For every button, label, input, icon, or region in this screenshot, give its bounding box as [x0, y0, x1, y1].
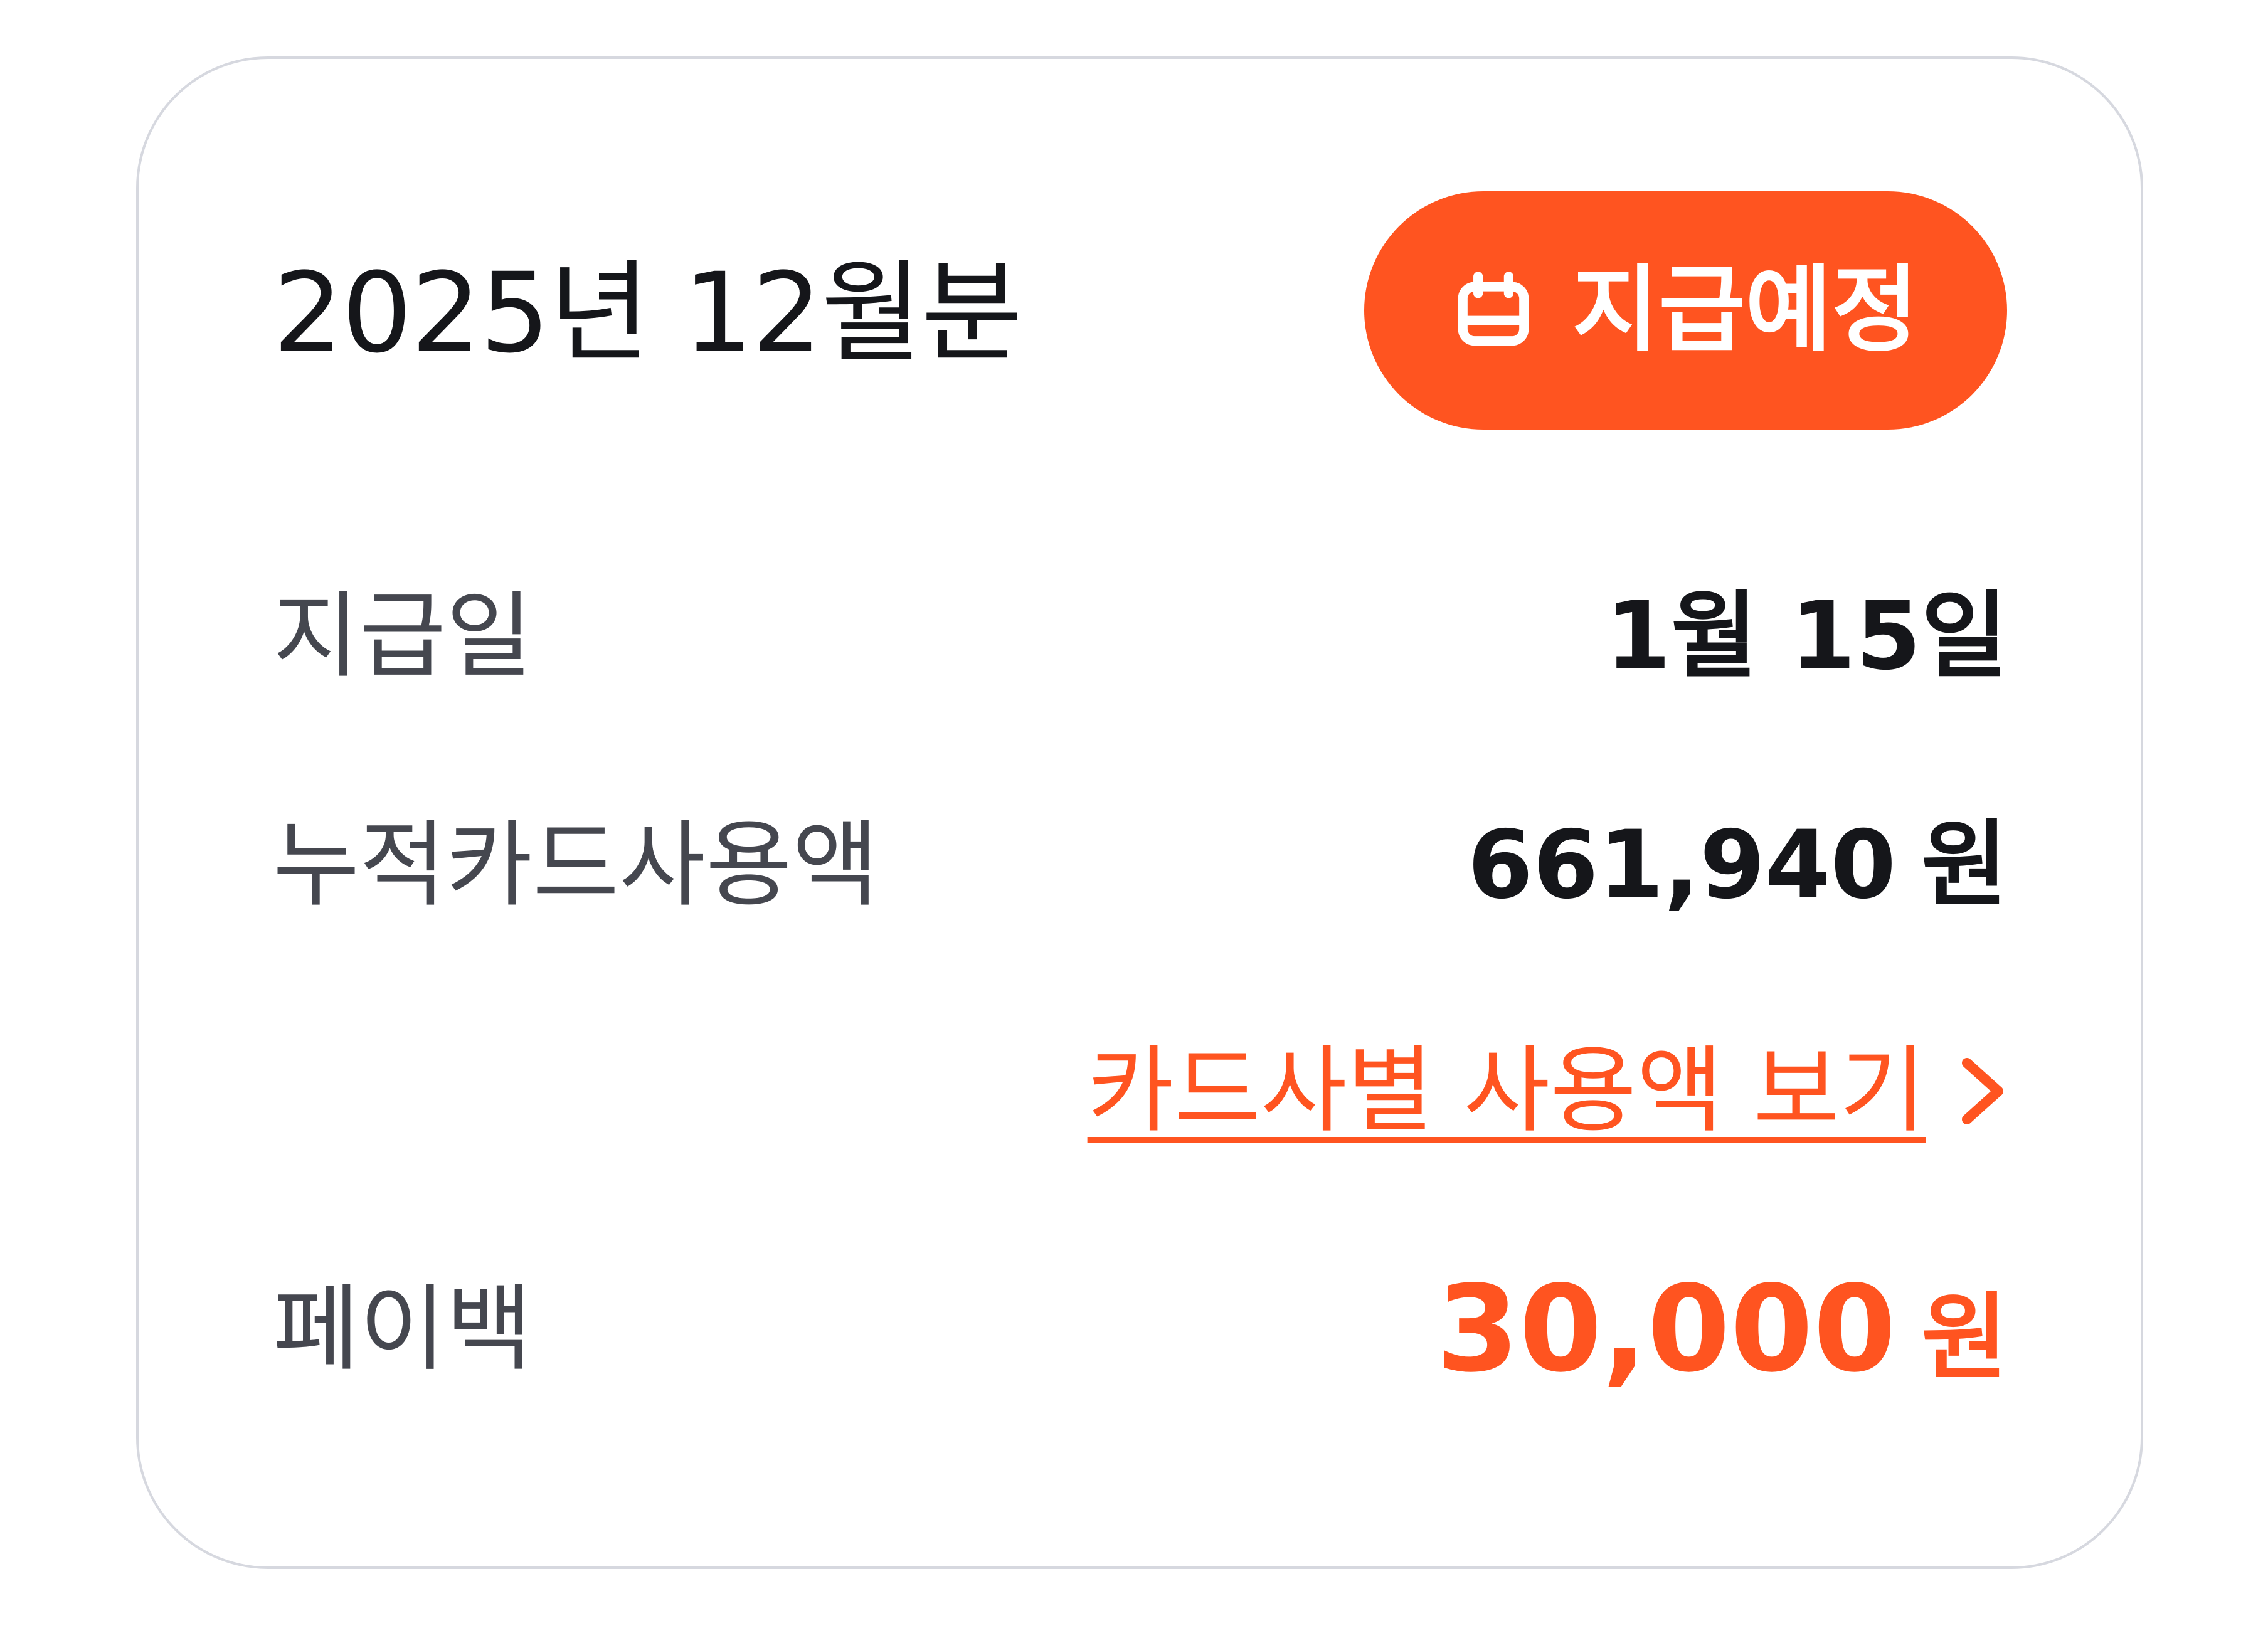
chevron-right-icon[interactable]: [1958, 1054, 2008, 1129]
payback-amount: 30,000: [1436, 1260, 1896, 1398]
period-title: 2025년 12월분: [273, 249, 1023, 378]
calendar-icon: [1458, 272, 1529, 346]
card-breakdown-link-label[interactable]: 카드사별 사용액 보기: [1088, 1035, 1926, 1148]
card-breakdown-link[interactable]: 카드사별 사용액 보기: [1088, 1035, 2008, 1148]
card-usage-amount: 661,940: [1467, 811, 1896, 920]
payback-label: 페이백: [273, 1275, 533, 1384]
payback-unit: 원: [1921, 1284, 2008, 1393]
card-usage-value: 661,940 원: [1468, 809, 2008, 922]
status-badge-label: 지급예정: [1572, 256, 1919, 365]
card-usage-label: 누적카드사용액: [273, 811, 879, 920]
payback-value: 30,000 원: [1436, 1260, 2008, 1407]
payment-date-label: 지급일: [273, 582, 533, 691]
status-badge: 지급예정: [1364, 191, 2007, 430]
card-usage-unit: 원: [1921, 811, 2008, 920]
payment-date-value: 1월 15일: [1605, 582, 2008, 691]
